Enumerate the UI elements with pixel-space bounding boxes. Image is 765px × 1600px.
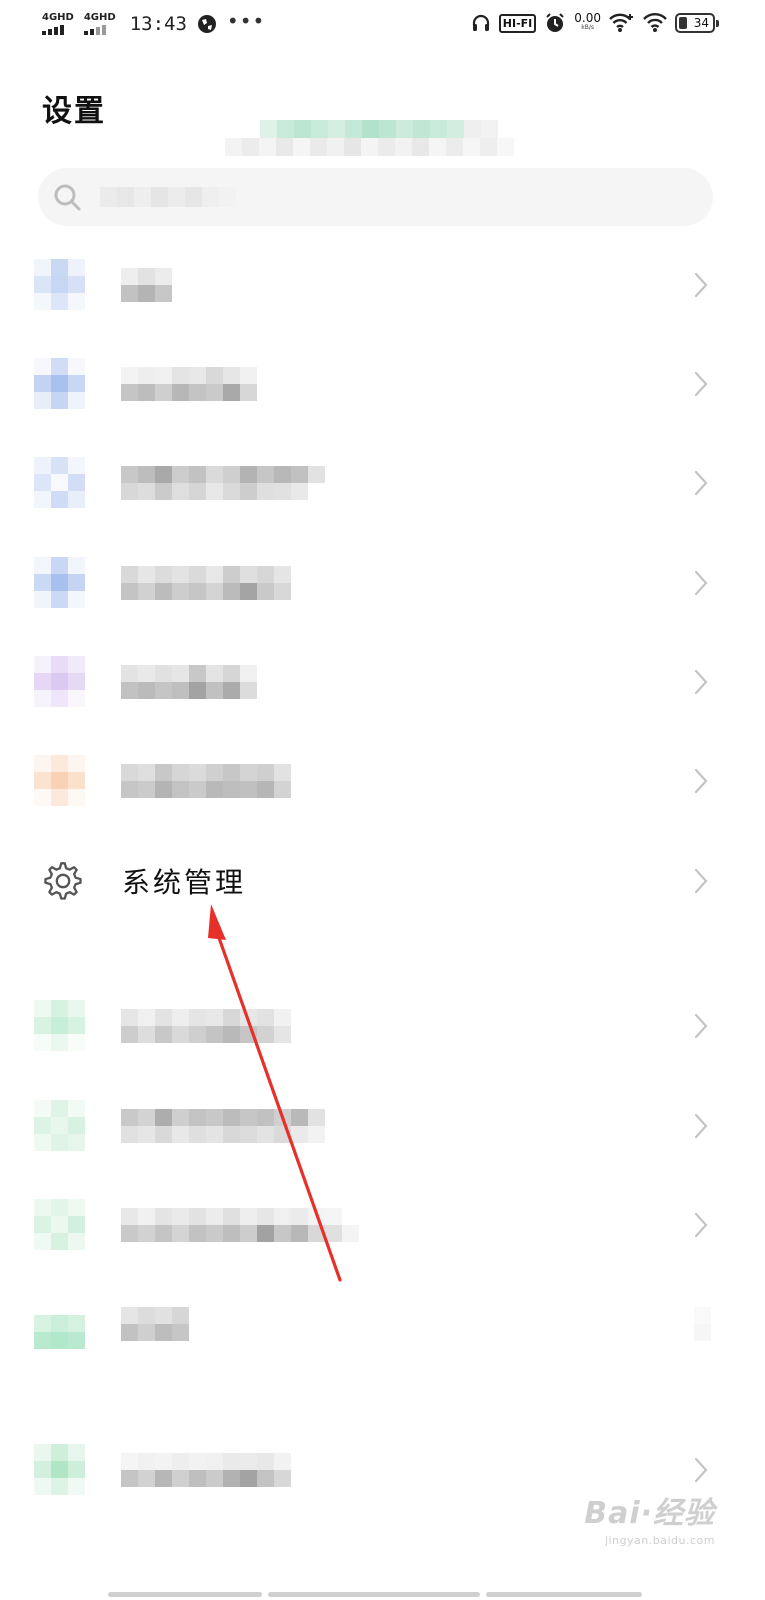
chevron-right-icon bbox=[694, 272, 708, 298]
item-label-redacted bbox=[121, 1208, 359, 1242]
clock: 13:43 bbox=[129, 13, 187, 35]
chevron-right-icon bbox=[694, 570, 708, 596]
battery-level: 34 bbox=[693, 16, 709, 30]
item-label-redacted bbox=[121, 1009, 291, 1043]
network-speed: 0.00 kB/s bbox=[574, 11, 601, 33]
item-icon-redacted bbox=[34, 358, 86, 410]
cellular-signal-2-icon: 4GHD bbox=[83, 12, 116, 35]
settings-item-redacted-4[interactable] bbox=[0, 537, 765, 629]
search-placeholder-redacted bbox=[100, 187, 236, 207]
chevron-right-icon bbox=[694, 1013, 708, 1039]
item-label-redacted bbox=[121, 268, 172, 302]
watermark-url: jingyan.baidu.com bbox=[604, 1534, 715, 1547]
item-label-redacted bbox=[121, 665, 257, 699]
system-management-label: 系统管理 bbox=[122, 866, 247, 899]
item-label-redacted bbox=[121, 466, 325, 500]
item-icon-redacted bbox=[34, 457, 86, 509]
item-icon-redacted bbox=[34, 259, 86, 311]
item-trailing-redacted bbox=[694, 1307, 711, 1341]
item-icon-redacted bbox=[34, 656, 86, 708]
network-speed-unit: kB/s bbox=[581, 24, 595, 31]
network-speed-value: 0.00 bbox=[574, 11, 601, 25]
settings-item-system-management[interactable]: 系统管理 bbox=[0, 835, 765, 927]
settings-item-redacted-9[interactable] bbox=[0, 1179, 765, 1271]
item-label-redacted bbox=[121, 566, 291, 600]
gesture-bar bbox=[0, 1592, 765, 1598]
item-label-redacted bbox=[121, 1453, 291, 1487]
more-notifications-icon: ••• bbox=[226, 9, 266, 33]
settings-item-redacted-6[interactable] bbox=[0, 735, 765, 827]
settings-item-redacted-10[interactable] bbox=[0, 1278, 765, 1370]
item-label-redacted bbox=[121, 367, 257, 401]
settings-item-redacted-2[interactable] bbox=[0, 338, 765, 430]
item-icon-redacted bbox=[34, 755, 86, 807]
item-icon-redacted bbox=[34, 1298, 86, 1350]
item-icon-redacted bbox=[34, 1000, 86, 1052]
item-icon-redacted bbox=[34, 1444, 86, 1496]
settings-item-redacted-5[interactable] bbox=[0, 636, 765, 728]
chevron-right-icon bbox=[694, 868, 708, 894]
watermark-brand: Bai·经验 bbox=[584, 1496, 715, 1531]
search-icon bbox=[54, 184, 81, 211]
gear-icon bbox=[44, 862, 82, 900]
chevron-right-icon bbox=[694, 768, 708, 794]
wifi-icon bbox=[643, 13, 667, 32]
page-title: 设置 bbox=[42, 94, 106, 129]
alarm-icon bbox=[546, 13, 564, 32]
search-bar[interactable] bbox=[38, 168, 713, 226]
settings-item-redacted-1[interactable] bbox=[0, 239, 765, 331]
headphones-icon bbox=[472, 14, 489, 31]
item-icon-redacted bbox=[34, 557, 86, 609]
chevron-right-icon bbox=[694, 1212, 708, 1238]
settings-item-redacted-8[interactable] bbox=[0, 1080, 765, 1172]
baidu-jingyan-watermark: Bai·经验 jingyan.baidu.com bbox=[584, 1488, 715, 1547]
signal-1-label: 4GHD bbox=[42, 12, 74, 23]
globe-icon bbox=[197, 15, 216, 33]
chevron-right-icon bbox=[694, 669, 708, 695]
cellular-signal-1-icon: 4GHD bbox=[42, 13, 74, 35]
wifi-plus-icon bbox=[609, 13, 633, 32]
item-icon-redacted bbox=[34, 1100, 86, 1152]
chevron-right-icon bbox=[694, 470, 708, 496]
item-icon-redacted bbox=[34, 1199, 86, 1251]
settings-item-redacted-7[interactable] bbox=[0, 980, 765, 1072]
hifi-badge: HI-FI bbox=[498, 13, 537, 33]
chevron-right-icon bbox=[694, 1457, 708, 1483]
signal-2-label: 4GHD bbox=[83, 12, 116, 23]
settings-item-redacted-3[interactable] bbox=[0, 437, 765, 529]
battery-icon: 34 bbox=[675, 13, 719, 33]
chevron-right-icon bbox=[694, 1113, 708, 1139]
item-label-redacted bbox=[121, 764, 291, 798]
status-bar: 4GHD 4GHD 13:43 ••• HI-FI 0.00 kB/s 34 bbox=[0, 0, 765, 54]
chevron-right-icon bbox=[694, 371, 708, 397]
item-label-redacted bbox=[121, 1109, 325, 1143]
item-label-redacted bbox=[121, 1307, 189, 1341]
